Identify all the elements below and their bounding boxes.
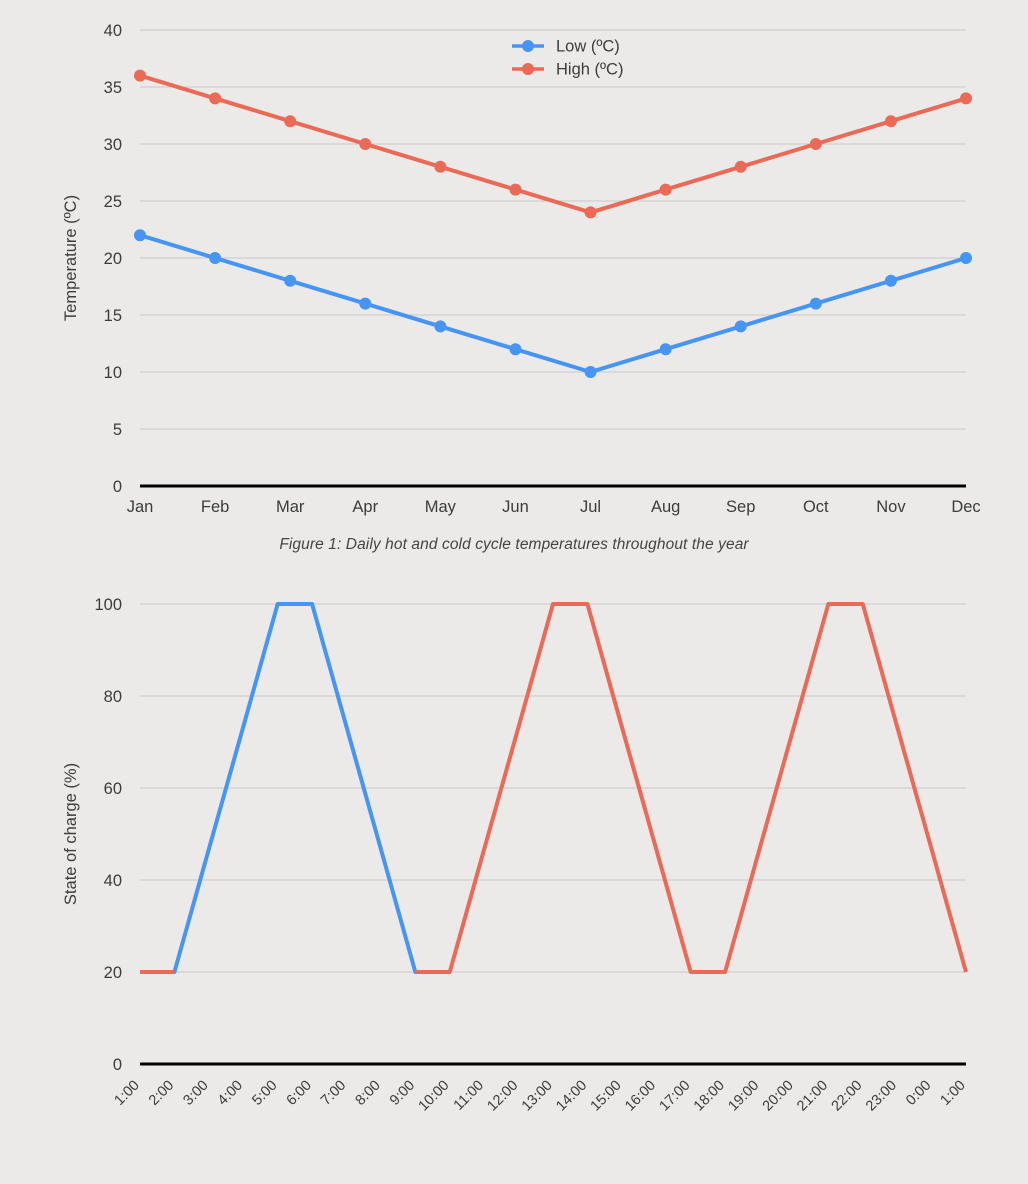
data-point-marker[interactable]	[659, 343, 672, 356]
x-tick-label: Apr	[352, 498, 378, 516]
x-tick-label: 16:00	[622, 1078, 659, 1115]
figure-temperature: 0 5 10 15 20 25 30 35 40 Jan Feb Mar Apr May Jun Jul Aug…	[0, 0, 1028, 530]
x-tick-label: 1:00	[938, 1078, 969, 1109]
x-tick-label: 18:00	[691, 1078, 728, 1115]
legend-label[interactable]: Low (ºC)	[556, 37, 620, 55]
legend-swatch-marker	[522, 63, 534, 75]
x-tick-label: Dec	[951, 498, 980, 516]
x-tick-label: 1:00	[112, 1078, 143, 1109]
x-tick-label: 7:00	[318, 1078, 349, 1109]
chart-page: 0 5 10 15 20 25 30 35 40 Jan Feb Mar Apr May Jun Jul Aug…	[0, 0, 1028, 1184]
data-point-marker[interactable]	[584, 366, 597, 378]
x-tick-label: 23:00	[863, 1078, 900, 1115]
x-tick-label: Sep	[726, 498, 755, 516]
x-tick-label: 21:00	[794, 1078, 831, 1115]
data-point-marker[interactable]	[359, 297, 372, 310]
x-tick-label: Jul	[580, 498, 601, 516]
x-tick-label: Feb	[201, 498, 229, 516]
data-point-marker[interactable]	[734, 320, 747, 333]
figure-state-of-charge: 0 20 40 60 80 100 1:00 2:00 3:00 4:00 5:00 6:00 7:00…	[0, 554, 1028, 1144]
x-tick-label: Nov	[876, 498, 906, 516]
y-tick-label: 80	[104, 688, 122, 706]
data-point-marker[interactable]	[209, 92, 222, 105]
x-tick-label: May	[425, 498, 457, 516]
data-point-marker[interactable]	[509, 343, 522, 356]
x-tick-label: 12:00	[484, 1078, 521, 1115]
data-point-marker[interactable]	[584, 206, 597, 219]
y-tick-label: 20	[104, 250, 122, 268]
y-tick-label: 100	[94, 596, 122, 614]
temperature-chart-svg: 0 5 10 15 20 25 30 35 40 Jan Feb Mar Apr May Jun Jul Aug…	[62, 22, 981, 516]
state-of-charge-chart-svg: 0204060801001:00 2:00 3:00 4:00 5:00 6:00 7:00…	[62, 596, 969, 1115]
x-tick-label: 20:00	[760, 1078, 797, 1115]
data-point-marker[interactable]	[809, 138, 822, 150]
y-tick-label: 5	[113, 421, 122, 439]
data-point-marker[interactable]	[960, 92, 972, 105]
y-tick-label: 40	[104, 872, 122, 890]
data-point-marker[interactable]	[284, 115, 297, 128]
data-point-marker[interactable]	[734, 160, 747, 173]
x-tick-label: 22:00	[829, 1078, 866, 1115]
x-tick-label: 3:00	[180, 1078, 211, 1109]
x-tick-label: 11:00	[451, 1078, 487, 1114]
y-tick-label: 25	[104, 193, 122, 211]
y-tick-label: 10	[104, 364, 122, 382]
x-tick-label: 0:00	[903, 1078, 934, 1109]
y-tick-label: 35	[104, 79, 122, 97]
x-tick-label: 10:00	[416, 1078, 453, 1115]
data-point-marker[interactable]	[884, 274, 897, 287]
y-tick-label: 40	[104, 22, 122, 40]
data-point-marker[interactable]	[884, 115, 897, 128]
legend-label[interactable]: High (ºC)	[556, 60, 623, 78]
data-point-marker[interactable]	[659, 183, 672, 196]
x-tick-label: 13:00	[519, 1078, 556, 1115]
x-tick-label: 4:00	[215, 1078, 246, 1109]
figure-1-caption: Figure 1: Daily hot and cold cycle tempe…	[279, 536, 749, 553]
data-point-marker[interactable]	[509, 183, 522, 196]
x-tick-label: Oct	[803, 498, 829, 516]
y-tick-label: 20	[104, 964, 122, 982]
data-point-marker[interactable]	[284, 274, 297, 287]
x-tick-label: 2:00	[146, 1078, 177, 1109]
data-point-marker[interactable]	[434, 160, 447, 173]
y-tick-label: 15	[104, 307, 122, 325]
y-tick-label: 0	[113, 478, 122, 496]
x-tick-label: 15:00	[588, 1078, 625, 1115]
data-point-marker[interactable]	[209, 252, 222, 264]
x-tick-label: Jun	[502, 498, 529, 516]
x-tick-label: Mar	[276, 498, 305, 516]
x-tick-label: Aug	[651, 498, 680, 516]
series-line-low	[139, 233, 967, 374]
data-point-marker[interactable]	[434, 320, 447, 333]
y-tick-label: 0	[113, 1056, 122, 1074]
x-tick-label: 17:00	[657, 1078, 694, 1115]
x-tick-label: 8:00	[352, 1078, 383, 1109]
data-point-marker[interactable]	[809, 297, 822, 310]
x-tick-label: 19:00	[725, 1078, 762, 1115]
y-axis-title: State of charge (%)	[62, 763, 80, 905]
data-point-marker[interactable]	[960, 252, 972, 264]
x-tick-label: 6:00	[284, 1078, 315, 1109]
data-point-marker[interactable]	[359, 138, 372, 150]
data-point-marker[interactable]	[134, 69, 146, 82]
legend-swatch-marker	[522, 40, 534, 52]
y-axis-title: Temperature (ºC)	[62, 195, 80, 321]
y-tick-label: 30	[104, 136, 122, 154]
x-tick-label: 9:00	[387, 1078, 418, 1109]
y-tick-label: 60	[104, 780, 122, 798]
x-tick-label: 5:00	[249, 1078, 280, 1109]
x-tick-label: 14:00	[553, 1078, 590, 1115]
x-tick-label: Jan	[127, 498, 154, 516]
data-point-marker[interactable]	[134, 229, 146, 242]
